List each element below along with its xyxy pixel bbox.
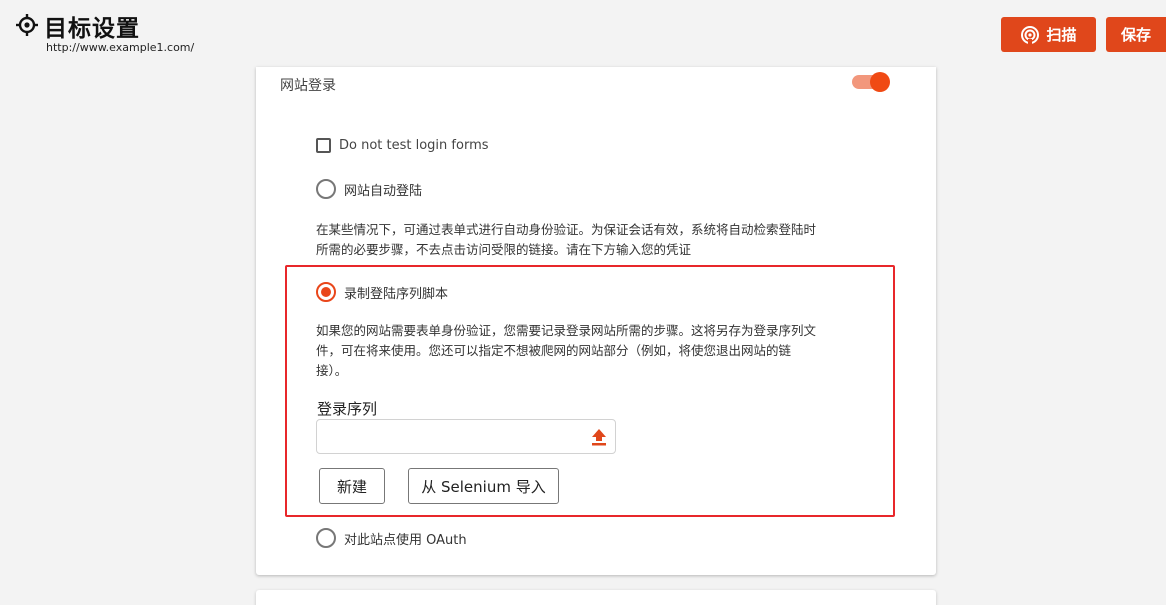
record-login-radio[interactable]	[316, 282, 336, 302]
record-desc-line: 件，可在将来使用。您还可以指定不想被爬网的网站部分（例如，将使您退出网站的链	[316, 343, 792, 358]
top-header: 目标设置 http://www.example1.com/ 扫描 保存	[0, 0, 1166, 67]
record-desc-line: 如果您的网站需要表单身份验证，您需要记录登录网站所需的步骤。这将另存为登录序列文	[316, 323, 817, 338]
next-card	[256, 590, 936, 605]
scan-button-label: 扫描	[1046, 26, 1077, 44]
no-test-login-option[interactable]: Do not test login forms	[316, 138, 489, 153]
record-login-label: 录制登陆序列脚本	[344, 286, 449, 302]
auto-login-desc-line: 在某些情况下，可通过表单式进行自动身份验证。为保证会话有效，系统将自动检索登陆时	[316, 222, 817, 237]
upload-icon[interactable]	[590, 428, 608, 446]
oauth-option[interactable]: 对此站点使用 OAuth	[316, 528, 467, 548]
scan-button[interactable]: 扫描	[1001, 17, 1096, 52]
auto-login-option[interactable]: 网站自动登陆	[316, 179, 422, 199]
login-toggle[interactable]	[852, 72, 890, 92]
save-button[interactable]: 保存	[1106, 17, 1166, 52]
target-icon	[16, 14, 38, 36]
auto-login-label: 网站自动登陆	[344, 183, 423, 199]
import-selenium-button[interactable]: 从 Selenium 导入	[408, 468, 559, 504]
no-test-login-label: Do not test login forms	[339, 138, 489, 153]
page-title: 目标设置	[44, 16, 140, 42]
auto-login-desc-line: 所需的必要步骤，不去点击访问受限的链接。请在下方输入您的凭证	[316, 242, 692, 257]
oauth-label: 对此站点使用 OAuth	[344, 532, 467, 548]
login-settings-card: 网站登录 Do not test login forms 网站自动登陆 在某些情…	[256, 67, 936, 575]
record-login-description: 如果您的网站需要表单身份验证，您需要记录登录网站所需的步骤。这将另存为登录序列文…	[316, 321, 888, 381]
section-title: 网站登录	[280, 78, 336, 94]
record-login-option[interactable]: 录制登陆序列脚本	[316, 282, 448, 302]
auto-login-description: 在某些情况下，可通过表单式进行自动身份验证。为保证会话有效，系统将自动检索登陆时…	[316, 220, 884, 260]
scan-icon	[1021, 25, 1040, 45]
oauth-radio[interactable]	[316, 528, 336, 548]
no-test-login-checkbox[interactable]	[316, 138, 331, 153]
login-sequence-label: 登录序列	[317, 400, 378, 418]
record-desc-line: 接）。	[316, 363, 348, 378]
toggle-knob	[870, 72, 890, 92]
login-sequence-input[interactable]	[316, 419, 616, 454]
target-url: http://www.example1.com/	[46, 41, 195, 54]
auto-login-radio[interactable]	[316, 179, 336, 199]
new-sequence-button[interactable]: 新建	[319, 468, 385, 504]
